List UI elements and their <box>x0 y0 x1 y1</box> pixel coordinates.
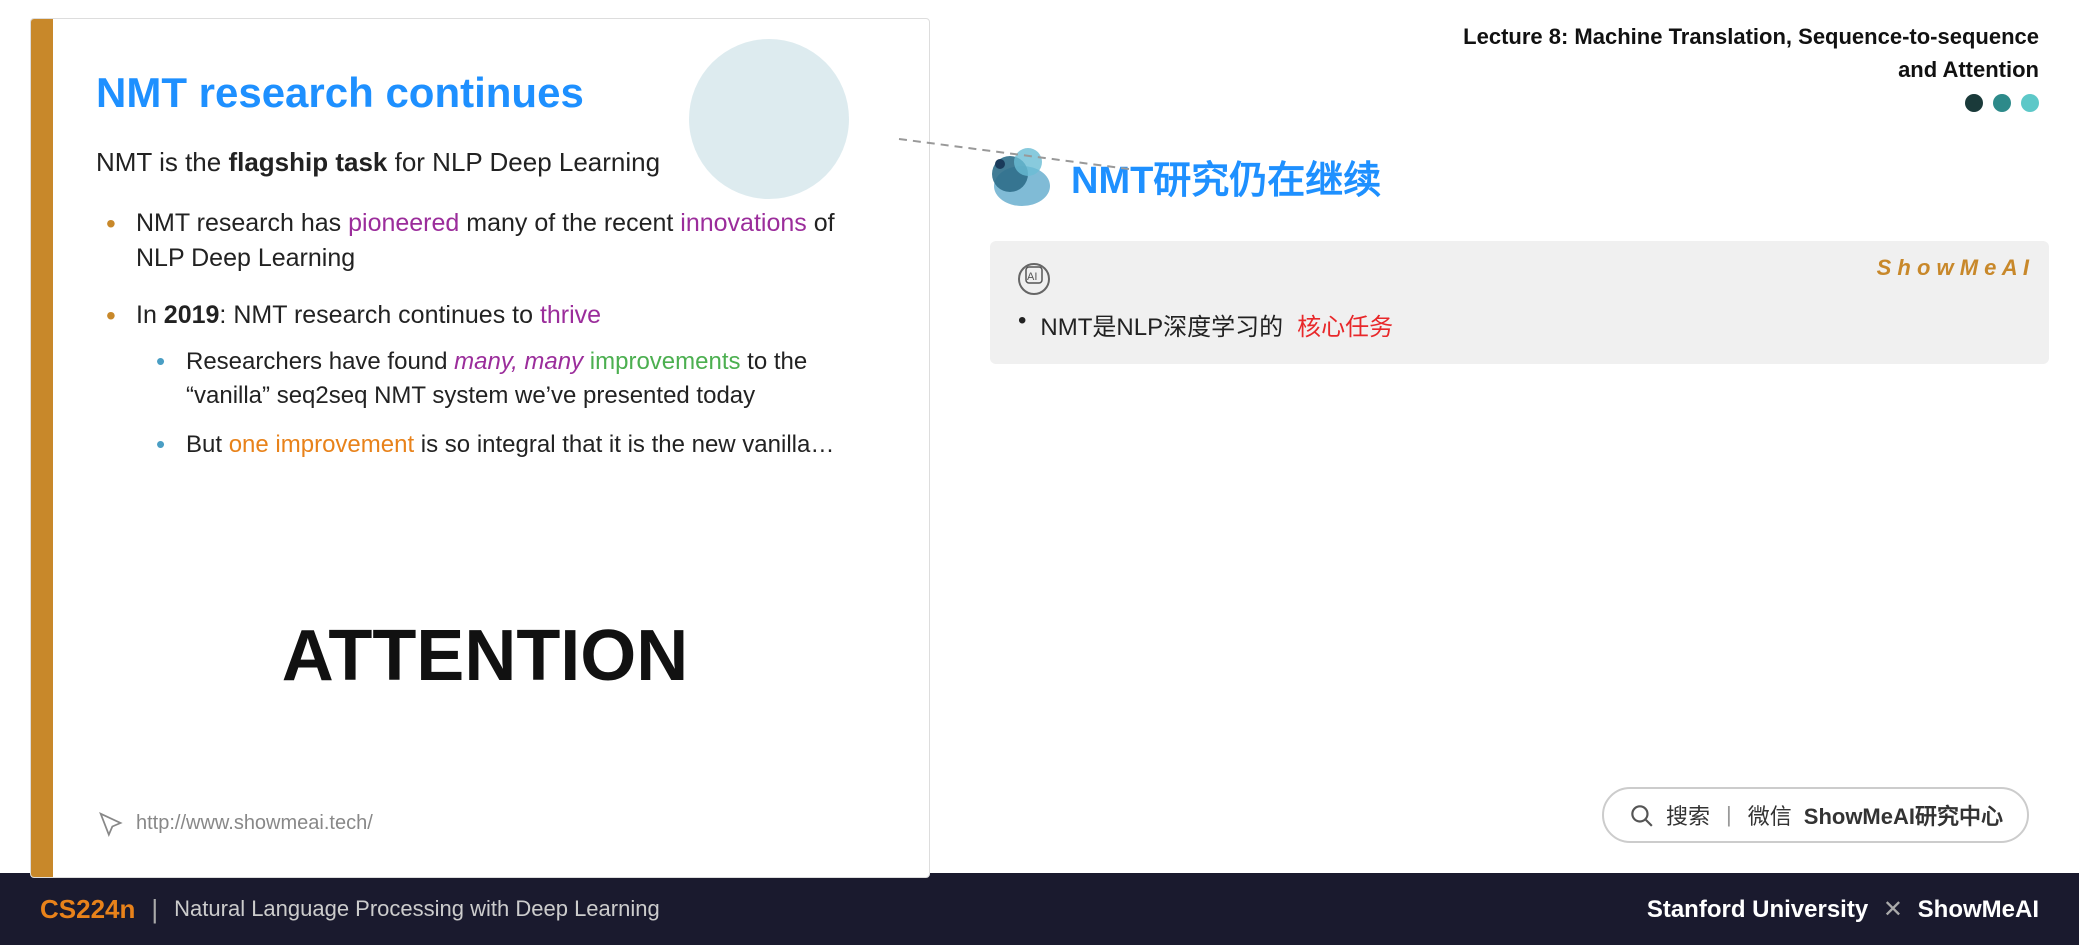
search-bar-container: 搜索 | 微信 ShowMeAI研究中心 <box>990 787 2049 853</box>
bullet1-purple2: innovations <box>680 209 806 237</box>
sub-bullet-2: But one improvement is so integral that … <box>156 428 874 462</box>
nav-dot-3 <box>2021 94 2039 112</box>
bullet-item-1: NMT research has pioneered many of the r… <box>106 206 874 276</box>
lecture-title-line1: Lecture 8: Machine Translation, Sequence… <box>990 20 2039 53</box>
intro-normal: NMT is the <box>96 147 228 177</box>
slide-footer: http://www.showmeai.tech/ <box>96 809 874 837</box>
attention-text: ATTENTION <box>96 575 874 717</box>
showmeai-brand: S h o w M e A I <box>1877 255 2029 281</box>
showmeai-ai-icon: AI <box>1018 263 1050 295</box>
search-wechat: 微信 <box>1748 799 1792 831</box>
cursor-icon <box>96 809 124 837</box>
sub2-before: But <box>186 431 229 458</box>
sub1-italic: many, many <box>454 348 583 375</box>
bottom-left: CS224n | Natural Language Processing wit… <box>40 894 660 925</box>
svg-text:AI: AI <box>1027 271 1037 283</box>
bullet1-purple1: pioneered <box>348 209 459 237</box>
bottom-x: ✕ <box>1883 896 1903 923</box>
bullet-list: NMT research has pioneered many of the r… <box>106 206 874 484</box>
stanford-text: Stanford University <box>1647 896 1868 923</box>
page-container: NMT research continues NMT is the flagsh… <box>0 0 2079 945</box>
search-text: 搜索 <box>1666 799 1710 831</box>
sub-bullet-1: Researchers have found many, many improv… <box>156 345 874 412</box>
showmeai-bullet: NMT是NLP深度学习的核心任务 <box>1018 307 2021 342</box>
bullet1-middle: many of the recent <box>459 209 680 237</box>
bullet1-before: NMT research has <box>136 209 348 237</box>
lecture-nav-dots <box>990 94 2049 112</box>
nav-dot-2 <box>1993 94 2011 112</box>
bullet-cn-red: 核心任务 <box>1297 307 1393 342</box>
content-area: NMT research continues NMT is the flagsh… <box>0 0 2079 873</box>
search-brand: ShowMeAI研究中心 <box>1804 799 2003 831</box>
slide-panel: NMT research continues NMT is the flagsh… <box>30 18 930 878</box>
slide-url: http://www.showmeai.tech/ <box>136 812 373 835</box>
bottom-brand: ShowMeAI <box>1918 896 2039 923</box>
lecture-title-line2: and Attention <box>990 53 2039 86</box>
bottom-divider: | <box>151 894 158 925</box>
intro-suffix: for NLP Deep Learning <box>387 147 660 177</box>
cs224n-label: CS224n <box>40 894 135 925</box>
search-icon <box>1628 802 1654 828</box>
right-panel: Lecture 8: Machine Translation, Sequence… <box>960 0 2079 873</box>
search-divider: | <box>1726 802 1732 828</box>
nav-dot-1 <box>1965 94 1983 112</box>
intro-bold: flagship task <box>228 147 387 177</box>
dashed-arrow <box>899 139 1139 199</box>
bottom-subtitle: Natural Language Processing with Deep Le… <box>174 896 660 922</box>
bullet2-thrive: thrive <box>540 301 601 329</box>
bullet-cn-before: NMT是NLP深度学习的 <box>1040 307 1283 342</box>
sub1-before: Researchers have found <box>186 348 454 375</box>
bullet-item-2: In 2019: NMT research continues to thriv… <box>106 298 874 462</box>
bullet2-before: In <box>136 301 164 329</box>
bullet2-middle: : NMT research continues to <box>219 301 540 329</box>
slide-left-bar <box>31 19 53 877</box>
bullet2-bold: 2019 <box>164 301 220 329</box>
sub2-orange: one improvement <box>229 431 414 458</box>
sub-bullet-list: Researchers have found many, many improv… <box>156 345 874 462</box>
sub1-green: improvements <box>583 348 740 375</box>
lecture-header-area: Lecture 8: Machine Translation, Sequence… <box>990 20 2049 112</box>
search-bar[interactable]: 搜索 | 微信 ShowMeAI研究中心 <box>1602 787 2029 843</box>
lecture-header: Lecture 8: Machine Translation, Sequence… <box>990 20 2049 86</box>
bottom-right: Stanford University ✕ ShowMeAI <box>1647 895 2039 924</box>
cn-title-section: NMT研究仍在继续 <box>990 132 2049 221</box>
showmeai-box: S h o w M e A I AI NMT是NLP深度学习的核心任务 <box>990 241 2049 364</box>
sub2-after: is so integral that it is the new vanill… <box>414 431 834 458</box>
circle-annotation <box>689 39 849 199</box>
bottom-bar: CS224n | Natural Language Processing wit… <box>0 873 2079 945</box>
